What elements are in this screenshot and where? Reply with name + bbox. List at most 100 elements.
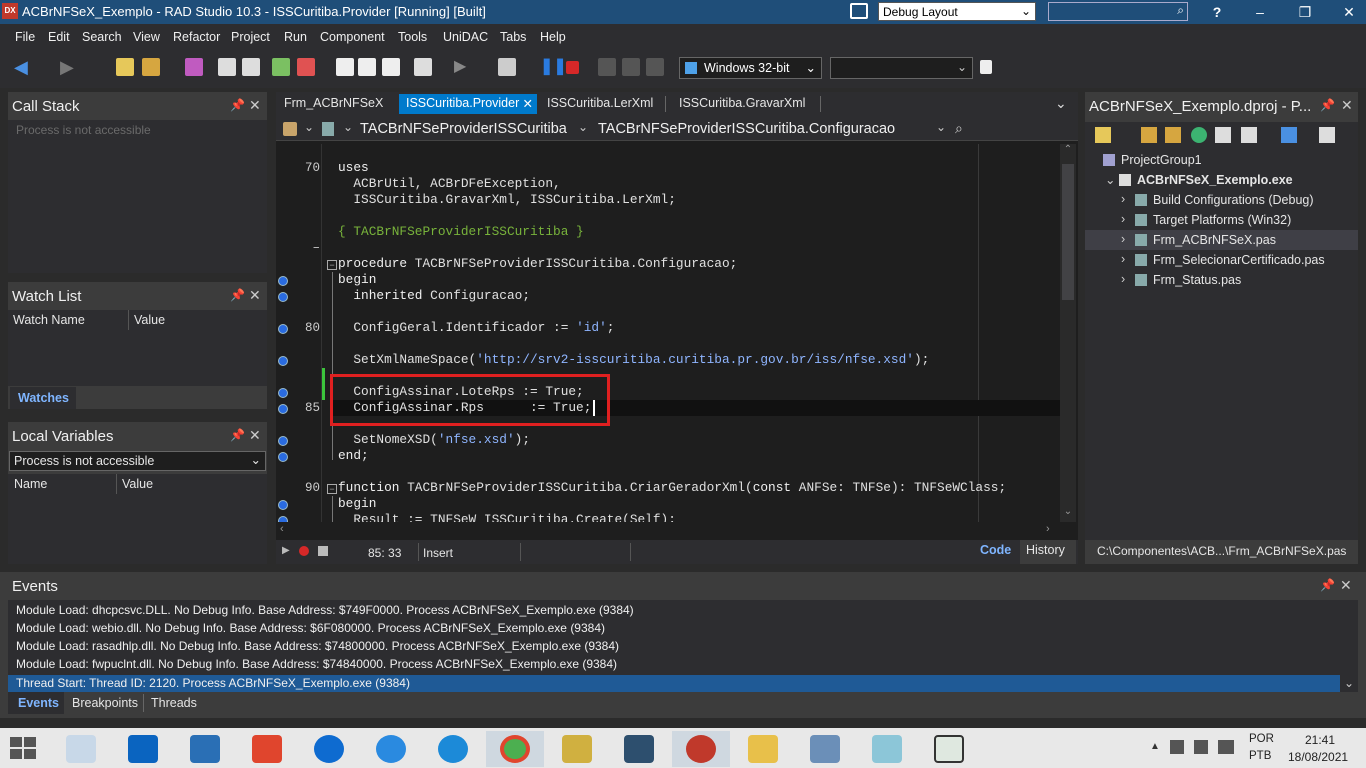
ie-icon[interactable] bbox=[362, 731, 420, 767]
call-stack-list[interactable]: Process is not accessible bbox=[8, 120, 267, 273]
tools-icon[interactable] bbox=[548, 731, 606, 767]
class-navigator[interactable]: TACBrNFSeProviderISSCuritiba bbox=[360, 121, 567, 137]
teamviewer-icon[interactable] bbox=[300, 731, 358, 767]
help-button[interactable]: ? bbox=[1202, 2, 1232, 22]
network-icon[interactable] bbox=[1218, 740, 1234, 754]
menu-unidac[interactable]: UniDAC bbox=[443, 30, 488, 44]
build-icon[interactable] bbox=[1241, 127, 1257, 143]
column-watch-name[interactable]: Watch Name bbox=[13, 313, 85, 327]
tab-history[interactable]: History bbox=[1020, 540, 1076, 564]
menu-file[interactable]: File bbox=[15, 30, 35, 44]
code-text-area[interactable]: 70 uses ACBrUtil, ACBrDFeException, ISSCu… bbox=[276, 144, 1060, 522]
tab-list-chevron-icon[interactable]: ⌄ bbox=[1055, 95, 1067, 112]
pause-icon[interactable]: ❚❚ bbox=[540, 58, 567, 76]
close-icon[interactable]: ✕ bbox=[1340, 577, 1352, 594]
menu-refactor[interactable]: Refactor bbox=[173, 30, 220, 44]
local-variables-selector[interactable]: Process is not accessible ⌄ bbox=[9, 451, 266, 471]
close-icon[interactable]: ✕ bbox=[249, 427, 261, 444]
fold-toggle-icon[interactable]: − bbox=[327, 260, 337, 270]
toggle-form-icon[interactable] bbox=[382, 58, 400, 76]
delphi-icon[interactable] bbox=[672, 731, 730, 767]
chevron-down-icon[interactable]: ⌄ bbox=[578, 120, 588, 134]
breakpoint-available-icon[interactable] bbox=[278, 500, 288, 510]
scrollbar-thumb[interactable] bbox=[1062, 164, 1074, 300]
desktop-layout-icon[interactable] bbox=[850, 3, 868, 19]
breakpoint-available-icon[interactable] bbox=[278, 388, 288, 398]
chevron-down-icon[interactable]: ⌄ bbox=[343, 120, 353, 134]
chevron-right-icon[interactable]: › bbox=[1121, 252, 1125, 266]
scroll-down-icon[interactable]: ⌄ bbox=[1060, 506, 1076, 517]
menu-project[interactable]: Project bbox=[231, 30, 270, 44]
menu-tools[interactable]: Tools bbox=[398, 30, 427, 44]
pin-icon[interactable]: 📌 bbox=[1320, 578, 1335, 592]
project-tree-item[interactable]: › Frm_SelecionarCertificado.pas bbox=[1085, 250, 1358, 270]
chevron-right-icon[interactable]: › bbox=[1121, 272, 1125, 286]
menu-view[interactable]: View bbox=[133, 30, 160, 44]
record-macro-icon[interactable] bbox=[299, 546, 309, 556]
method-navigator[interactable]: TACBrNFSeProviderISSCuritiba.Configuraca… bbox=[598, 121, 895, 137]
tab-breakpoints[interactable]: Breakpoints bbox=[72, 696, 138, 710]
task-manager-icon[interactable] bbox=[52, 731, 110, 767]
menu-edit[interactable]: Edit bbox=[48, 30, 70, 44]
sync-icon[interactable] bbox=[1191, 127, 1207, 143]
maximize-button[interactable]: ❐ bbox=[1290, 2, 1320, 22]
close-icon[interactable]: ✕ bbox=[249, 97, 261, 114]
breakpoint-available-icon[interactable] bbox=[278, 404, 288, 414]
project-tree-item[interactable]: › Target Platforms (Win32) bbox=[1085, 210, 1358, 230]
chevron-down-icon[interactable]: ⌄ bbox=[1344, 676, 1354, 690]
close-tab-icon[interactable]: ✕ bbox=[523, 96, 533, 111]
forward-icon[interactable]: ▶ bbox=[60, 58, 78, 76]
new-form-icon[interactable] bbox=[414, 58, 432, 76]
breakpoint-available-icon[interactable] bbox=[278, 324, 288, 334]
pin-icon[interactable]: 📌 bbox=[1320, 98, 1335, 112]
view-form-icon[interactable] bbox=[358, 58, 376, 76]
git-icon[interactable] bbox=[238, 731, 296, 767]
project-tree-item[interactable]: ProjectGroup1 bbox=[1085, 150, 1358, 170]
scroll-left-icon[interactable]: ‹ bbox=[280, 523, 284, 535]
remote-desktop-icon[interactable] bbox=[796, 731, 854, 767]
events-log[interactable]: Module Load: dhcpcsvc.DLL. No Debug Info… bbox=[8, 600, 1358, 692]
clock-time[interactable]: 21:41 bbox=[1305, 733, 1335, 747]
revert-icon[interactable] bbox=[242, 58, 260, 76]
tab-frm-acbrnfsex[interactable]: Frm_ACBrNFSeX bbox=[277, 94, 390, 114]
project-tree-item[interactable]: › Frm_ACBrNFSeX.pas bbox=[1085, 230, 1358, 250]
pin-icon[interactable]: 📌 bbox=[230, 98, 245, 112]
platform-selector[interactable]: Windows 32-bit ⌄ bbox=[679, 57, 822, 79]
volume-muted-icon[interactable] bbox=[1194, 740, 1208, 754]
breakpoint-available-icon[interactable] bbox=[278, 436, 288, 446]
input-language[interactable]: POR bbox=[1249, 733, 1274, 745]
save-icon[interactable] bbox=[185, 58, 203, 76]
open-folder-icon[interactable] bbox=[1165, 127, 1181, 143]
view-unit-icon[interactable] bbox=[336, 58, 354, 76]
scroll-up-icon[interactable]: ⌃ bbox=[1060, 144, 1076, 155]
vertical-scrollbar[interactable]: ⌃ ⌄ bbox=[1060, 144, 1076, 522]
local-variables-body[interactable] bbox=[8, 494, 267, 564]
menu-search[interactable]: Search bbox=[82, 30, 122, 44]
column-name[interactable]: Name bbox=[14, 477, 47, 491]
chevron-down-icon[interactable]: ⌄ bbox=[1105, 172, 1115, 187]
run-icon[interactable]: ▶ bbox=[454, 58, 472, 76]
project-tree-item[interactable]: › Frm_Status.pas bbox=[1085, 270, 1358, 290]
sort-icon[interactable] bbox=[1281, 127, 1297, 143]
configuration-selector[interactable]: ⌄ bbox=[830, 57, 973, 79]
start-icon[interactable] bbox=[8, 733, 38, 763]
breakpoint-available-icon[interactable] bbox=[278, 356, 288, 366]
play-macro-icon[interactable]: ▶ bbox=[282, 545, 290, 556]
menu-component[interactable]: Component bbox=[320, 30, 385, 44]
project-tree-item[interactable]: › Build Configurations (Debug) bbox=[1085, 190, 1358, 210]
remove-file-icon[interactable] bbox=[297, 58, 315, 76]
close-icon[interactable]: ✕ bbox=[1341, 97, 1353, 114]
project-tree-item[interactable]: ⌄ ACBrNFSeX_Exemplo.exe bbox=[1085, 170, 1358, 190]
new-item-icon[interactable] bbox=[1095, 127, 1111, 143]
scroll-right-icon[interactable]: › bbox=[1046, 523, 1050, 535]
breakpoint-available-icon[interactable] bbox=[278, 452, 288, 462]
add-folder-icon[interactable] bbox=[1141, 127, 1157, 143]
menu-help[interactable]: Help bbox=[540, 30, 566, 44]
pin-icon[interactable]: 📌 bbox=[230, 428, 245, 442]
close-icon[interactable]: ✕ bbox=[249, 287, 261, 304]
tab-watches[interactable]: Watches bbox=[10, 387, 76, 409]
tab-events[interactable]: Events bbox=[8, 692, 64, 714]
minimize-button[interactable]: – bbox=[1245, 2, 1275, 22]
chevron-right-icon[interactable]: › bbox=[1121, 232, 1125, 246]
notepad-icon[interactable] bbox=[858, 731, 916, 767]
